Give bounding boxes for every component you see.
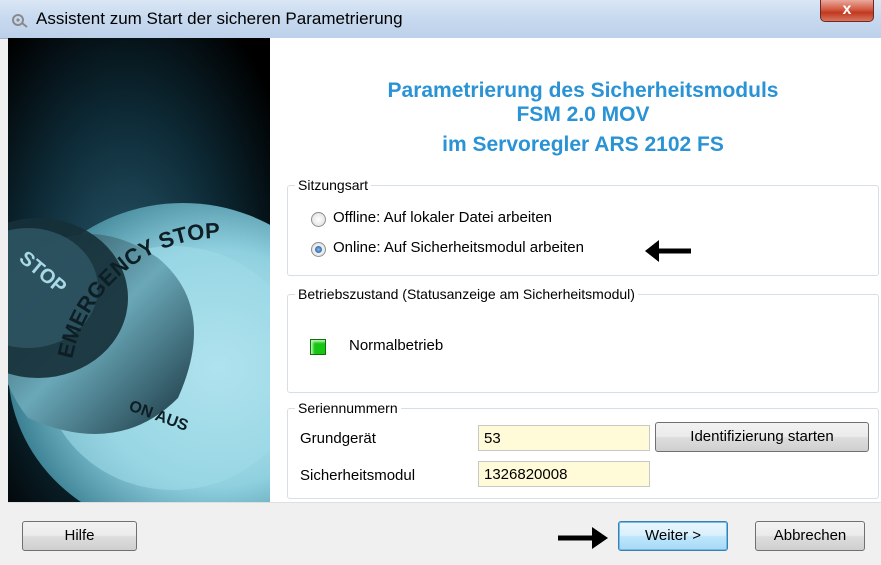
window-title: Assistent zum Start der sicheren Paramet… — [36, 9, 403, 28]
close-button[interactable]: x — [820, 0, 874, 22]
status-label: Normalbetrieb — [349, 337, 444, 354]
start-identification-button[interactable]: Identifizierung starten — [655, 422, 869, 452]
help-button[interactable]: Hilfe — [22, 521, 137, 551]
emergency-stop-image: EMERGENCY STOP ON AUS STOP — [8, 38, 270, 502]
heading-line-1: Parametrierung des Sicherheitsmoduls — [387, 79, 779, 102]
wizard-icon — [12, 14, 28, 28]
online-radio[interactable] — [311, 242, 326, 257]
close-icon: x — [842, 1, 852, 18]
serial-numbers-group: Seriennummern Grundgerät 53 Identifizier… — [287, 400, 879, 499]
wizard-content: EMERGENCY STOP ON AUS STOP Parametrierun… — [8, 38, 881, 565]
session-type-legend: Sitzungsart — [295, 177, 372, 193]
online-label[interactable]: Online: Auf Sicherheitsmodul arbeiten — [333, 239, 584, 256]
offline-label[interactable]: Offline: Auf lokaler Datei arbeiten — [333, 209, 552, 226]
operating-status-group: Betriebszustand (Statusanzeige am Sicher… — [287, 286, 879, 393]
serial-numbers-legend: Seriennummern — [295, 400, 401, 416]
safety-module-label: Sicherheitsmodul — [300, 467, 416, 484]
heading-line-3: im Servoregler ARS 2102 FS — [442, 133, 724, 156]
footer-bar: Hilfe Weiter > Abbrechen — [8, 502, 881, 565]
arrow-right-icon — [558, 527, 608, 549]
heading-line-2: FSM 2.0 MOV — [516, 103, 650, 126]
title-bar: Assistent zum Start der sicheren Paramet… — [0, 0, 881, 39]
emergency-stop-illustration: EMERGENCY STOP ON AUS STOP — [8, 38, 270, 502]
arrow-left-icon — [645, 240, 691, 262]
cancel-button[interactable]: Abbrechen — [755, 521, 865, 551]
base-unit-label: Grundgerät — [300, 430, 376, 447]
safety-module-field[interactable]: 1326820008 — [478, 461, 650, 487]
base-unit-field[interactable]: 53 — [478, 425, 650, 451]
offline-radio[interactable] — [311, 212, 326, 227]
session-type-group: Sitzungsart Offline: Auf lokaler Datei a… — [287, 177, 879, 276]
status-led-icon — [310, 339, 326, 355]
next-button[interactable]: Weiter > — [618, 521, 728, 551]
operating-status-legend: Betriebszustand (Statusanzeige am Sicher… — [295, 286, 638, 302]
